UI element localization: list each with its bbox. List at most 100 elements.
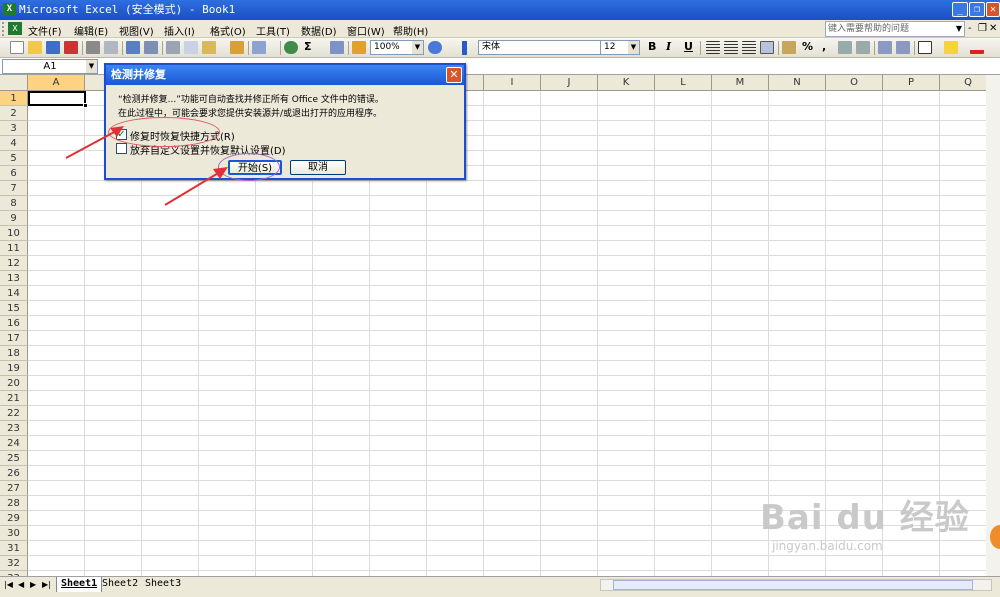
research-icon[interactable] [144, 41, 158, 54]
zoom-select[interactable]: 100% ▼ [370, 40, 424, 55]
help-search-input[interactable]: 键入需要帮助的问题 ▼ [825, 21, 965, 37]
horizontal-scrollbar[interactable] [600, 579, 992, 591]
autosum-icon[interactable]: Σ [304, 40, 312, 53]
close-button[interactable]: ✕ [986, 2, 1000, 17]
column-header-l[interactable]: L [655, 75, 712, 91]
fill-color-icon[interactable] [944, 41, 958, 54]
print-icon[interactable] [86, 41, 100, 54]
row-header-19[interactable]: 19 [0, 361, 28, 376]
toolbar-grip[interactable] [2, 22, 6, 36]
percent-button[interactable]: % [802, 40, 813, 53]
new-icon[interactable] [10, 41, 24, 54]
document-icon[interactable]: X [8, 22, 22, 35]
tab-sheet2[interactable]: Sheet2 [98, 577, 142, 592]
align-left-icon[interactable] [706, 41, 720, 54]
name-box[interactable]: A1 ▼ [2, 59, 98, 74]
undo-icon[interactable] [252, 41, 266, 54]
menu-edit[interactable]: 编辑(E) [74, 23, 108, 38]
vertical-scrollbar[interactable] [986, 75, 1000, 576]
tab-sheet3[interactable]: Sheet3 [141, 577, 185, 592]
row-header-24[interactable]: 24 [0, 436, 28, 451]
tab-sheet1[interactable]: Sheet1 [56, 577, 103, 592]
row-header-9[interactable]: 9 [0, 211, 28, 226]
row-header-7[interactable]: 7 [0, 181, 28, 196]
menu-view[interactable]: 视图(V) [119, 23, 154, 38]
chevron-down-icon[interactable]: ▼ [628, 41, 639, 54]
row-header-8[interactable]: 8 [0, 196, 28, 211]
font-color-icon[interactable] [970, 41, 984, 54]
row-header-1[interactable]: 1 [0, 91, 28, 106]
next-sheet-icon[interactable]: ▶ [30, 580, 36, 589]
fill-handle[interactable] [83, 103, 88, 108]
chevron-down-icon[interactable]: ▼ [412, 41, 423, 54]
menu-insert[interactable]: 插入(I) [164, 23, 195, 38]
menu-window[interactable]: 窗口(W) [347, 23, 385, 38]
column-header-i[interactable]: I [484, 75, 541, 91]
currency-icon[interactable] [782, 41, 796, 54]
row-header-3[interactable]: 3 [0, 121, 28, 136]
row-header-14[interactable]: 14 [0, 286, 28, 301]
dialog-close-button[interactable]: ✕ [446, 67, 462, 83]
row-header-25[interactable]: 25 [0, 451, 28, 466]
select-all-button[interactable] [0, 75, 28, 91]
cut-icon[interactable] [166, 41, 180, 54]
row-header-4[interactable]: 4 [0, 136, 28, 151]
row-header-2[interactable]: 2 [0, 106, 28, 121]
row-header-27[interactable]: 27 [0, 481, 28, 496]
selected-cell[interactable] [28, 91, 88, 108]
decrease-decimal-icon[interactable] [856, 41, 870, 54]
sort-ascending-icon[interactable] [330, 41, 344, 54]
row-header-6[interactable]: 6 [0, 166, 28, 181]
print-preview-icon[interactable] [104, 41, 118, 54]
row-header-13[interactable]: 13 [0, 271, 28, 286]
column-header-n[interactable]: N [769, 75, 826, 91]
row-header-22[interactable]: 22 [0, 406, 28, 421]
decrease-indent-icon[interactable] [878, 41, 892, 54]
column-header-a[interactable]: A [28, 75, 85, 91]
row-header-10[interactable]: 10 [0, 226, 28, 241]
spelling-icon[interactable] [126, 41, 140, 54]
paste-icon[interactable] [202, 41, 216, 54]
first-sheet-icon[interactable]: |◀ [4, 580, 13, 589]
help-icon[interactable] [428, 41, 442, 54]
menu-tools[interactable]: 工具(T) [256, 23, 290, 38]
italic-button[interactable]: I [666, 40, 671, 53]
row-header-18[interactable]: 18 [0, 346, 28, 361]
menu-format[interactable]: 格式(O) [210, 23, 246, 38]
row-header-23[interactable]: 23 [0, 421, 28, 436]
column-header-o[interactable]: O [826, 75, 883, 91]
row-header-5[interactable]: 5 [0, 151, 28, 166]
format-painter-icon[interactable] [230, 41, 244, 54]
row-header-30[interactable]: 30 [0, 526, 28, 541]
row-header-32[interactable]: 32 [0, 556, 28, 571]
restore-button[interactable]: ❐ [969, 2, 985, 17]
copy-icon[interactable] [184, 41, 198, 54]
cancel-button[interactable]: 取消 [290, 160, 346, 175]
menu-help[interactable]: 帮助(H) [393, 23, 428, 38]
chart-wizard-icon[interactable] [352, 41, 366, 54]
row-header-21[interactable]: 21 [0, 391, 28, 406]
permission-icon[interactable] [64, 41, 78, 54]
underline-button[interactable]: U [684, 40, 693, 53]
last-sheet-icon[interactable]: ▶| [42, 580, 51, 589]
toolbar-options-icon[interactable] [462, 41, 467, 55]
save-icon[interactable] [46, 41, 60, 54]
increase-indent-icon[interactable] [896, 41, 910, 54]
row-header-17[interactable]: 17 [0, 331, 28, 346]
align-right-icon[interactable] [742, 41, 756, 54]
minimize-button[interactable]: _ [952, 2, 968, 17]
hyperlink-icon[interactable] [284, 41, 298, 54]
chevron-down-icon[interactable]: ▼ [956, 22, 962, 36]
row-header-20[interactable]: 20 [0, 376, 28, 391]
menu-file[interactable]: 文件(F) [28, 23, 62, 38]
prev-sheet-icon[interactable]: ◀ [18, 580, 24, 589]
column-header-j[interactable]: J [541, 75, 598, 91]
scroll-thumb[interactable] [613, 580, 973, 590]
doc-restore-button[interactable]: ❐ [978, 23, 987, 34]
row-header-26[interactable]: 26 [0, 466, 28, 481]
chevron-down-icon[interactable]: ▼ [86, 60, 97, 73]
increase-decimal-icon[interactable] [838, 41, 852, 54]
row-header-12[interactable]: 12 [0, 256, 28, 271]
borders-icon[interactable] [918, 41, 932, 54]
column-header-m[interactable]: M [712, 75, 769, 91]
